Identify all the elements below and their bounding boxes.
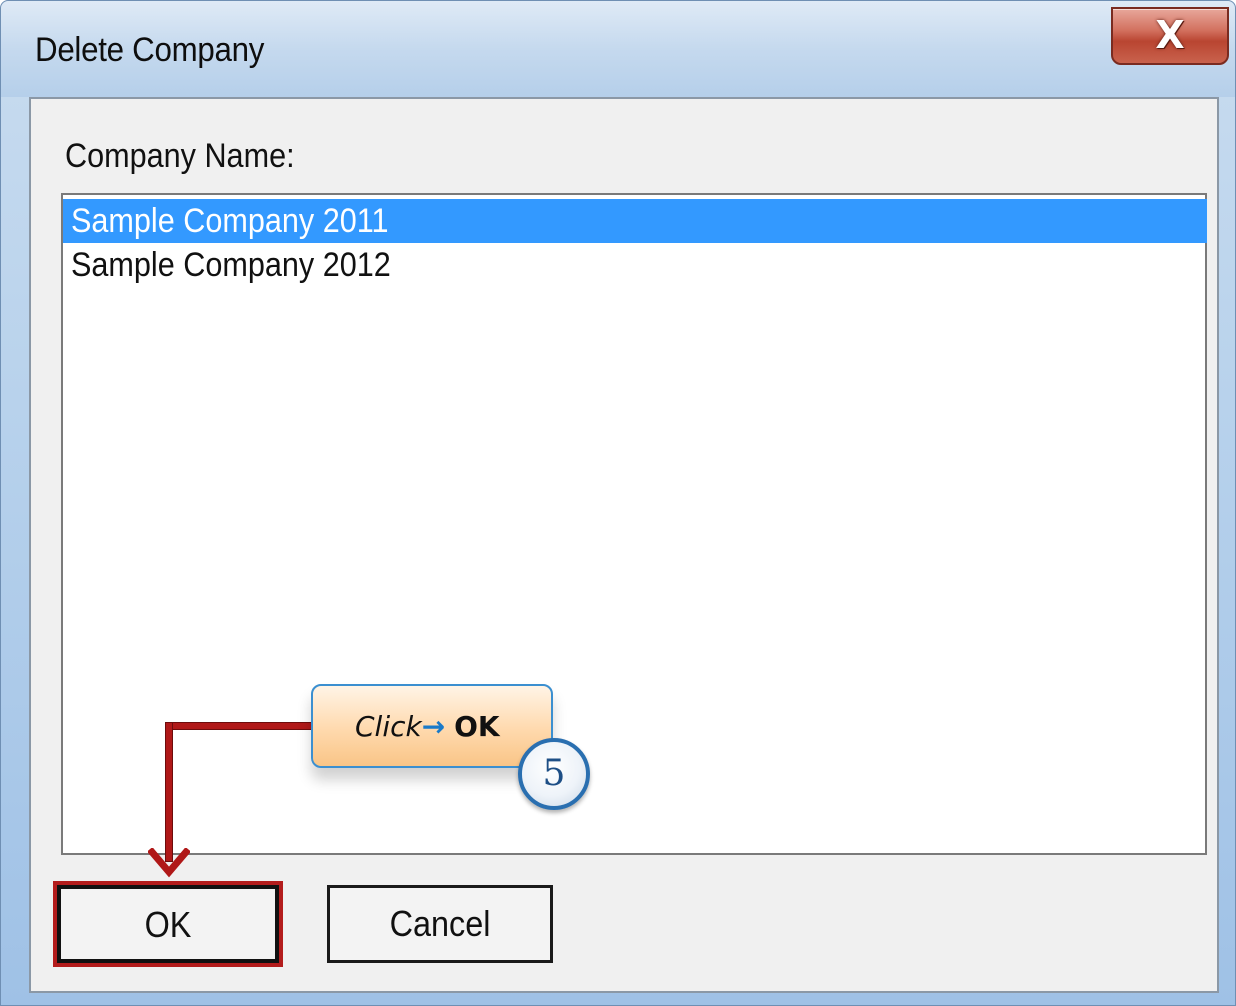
company-name-label: Company Name: (65, 137, 295, 175)
window-title: Delete Company (35, 31, 265, 69)
instruction-callout: Click→ OK (311, 684, 553, 768)
callout-target-text: OK (454, 710, 500, 743)
callout-connector-vertical (165, 722, 173, 862)
list-item[interactable]: Sample Company 2012 (63, 243, 1207, 287)
callout-click-text: Click (355, 710, 422, 743)
ok-button-label: OK (144, 904, 192, 945)
list-item[interactable]: Sample Company 2011 (63, 199, 1207, 243)
cancel-button-label: Cancel (389, 903, 491, 944)
close-icon: X (1155, 13, 1185, 57)
ok-button[interactable]: OK (53, 881, 283, 967)
list-item-label: Sample Company 2011 (71, 202, 389, 240)
right-arrow-icon: → (421, 710, 446, 743)
dialog-body: Company Name: Sample Company 2011 Sample… (29, 97, 1219, 993)
cancel-button[interactable]: Cancel (327, 885, 553, 963)
callout-arrowhead-icon (148, 848, 190, 878)
title-bar[interactable]: Delete Company X (1, 1, 1235, 97)
callout-text: Click→ OK (355, 710, 500, 743)
step-number-badge: 5 (518, 738, 590, 810)
callout-connector-horizontal (165, 722, 315, 730)
close-button[interactable]: X (1111, 7, 1229, 65)
company-listbox[interactable]: Sample Company 2011 Sample Company 2012 (61, 193, 1207, 855)
list-item-label: Sample Company 2012 (71, 246, 391, 284)
